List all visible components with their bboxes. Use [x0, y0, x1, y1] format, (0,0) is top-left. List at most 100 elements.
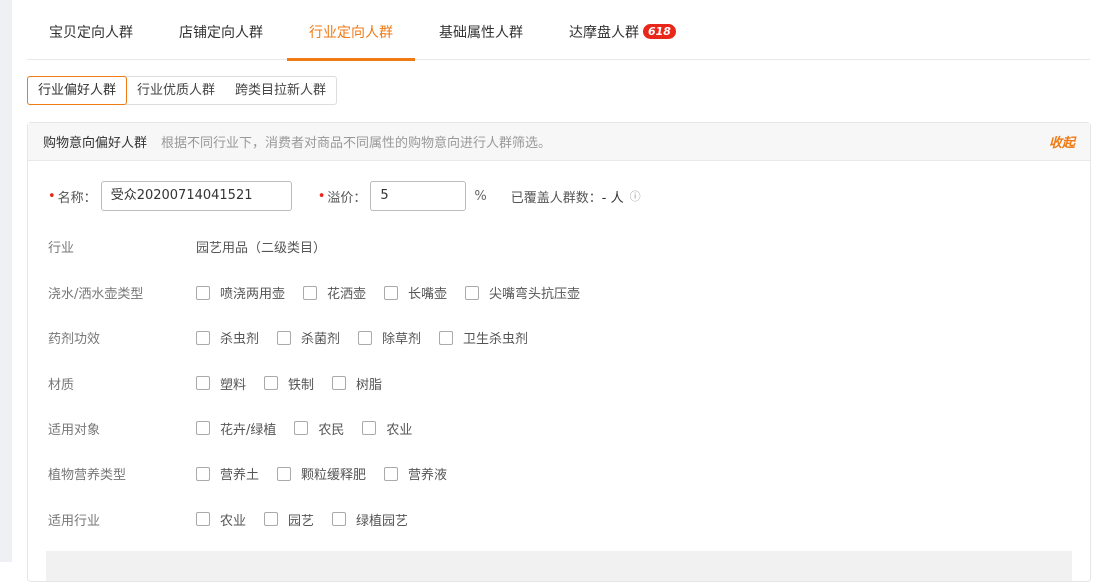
- attribute-row: 植物营养类型 营养土 颗粒缓释肥 营养液: [48, 464, 465, 483]
- tab-label: 店铺定向人群: [179, 25, 263, 41]
- option-checkbox[interactable]: 除草剂: [358, 328, 421, 347]
- option-checkbox[interactable]: 树脂: [332, 374, 382, 393]
- checkbox-icon[interactable]: [303, 285, 318, 300]
- option-label: 喷浇两用壶: [220, 287, 286, 302]
- tab-label: 行业定向人群: [309, 25, 393, 41]
- checkbox-icon[interactable]: [264, 512, 279, 526]
- name-label: 名称：: [57, 190, 97, 206]
- option-checkbox[interactable]: 颗粒缓释肥: [277, 464, 366, 483]
- checkbox-icon[interactable]: [439, 330, 454, 345]
- option-label: 长嘴壶: [408, 287, 448, 302]
- option-label: 卫生杀虫剂: [463, 332, 529, 348]
- option-label: 尖嘴弯头抗压壶: [489, 287, 581, 302]
- attribute-row: 适用对象 花卉/绿植 农民 农业: [48, 419, 430, 438]
- option-label: 农业: [220, 513, 247, 529]
- option-label: 除草剂: [382, 332, 422, 348]
- checkbox-icon[interactable]: [465, 285, 480, 300]
- option-checkbox[interactable]: 农业: [362, 419, 412, 438]
- option-checkbox[interactable]: 塑料: [196, 374, 246, 393]
- checkbox-icon[interactable]: [332, 512, 347, 526]
- coverage-label: 已覆盖人群数：: [510, 190, 602, 206]
- subtab-industry-quality[interactable]: 行业优质人群: [127, 77, 225, 104]
- checkbox-icon[interactable]: [294, 421, 309, 436]
- option-label: 营养液: [408, 468, 448, 484]
- left-sidebar-edge: [0, 0, 12, 562]
- option-checkbox[interactable]: 杀虫剂: [196, 328, 259, 347]
- coverage-value: - 人: [601, 190, 624, 206]
- attribute-label: 浇水/洒水壶类型: [48, 287, 144, 302]
- industry-row: 行业 园艺用品（二级类目）: [48, 237, 326, 256]
- option-label: 营养土: [220, 468, 260, 484]
- checkbox-icon[interactable]: [196, 512, 210, 526]
- footer-bar: [46, 551, 1072, 581]
- promo-badge: 618: [643, 24, 676, 39]
- checkbox-icon[interactable]: [384, 466, 399, 481]
- option-checkbox[interactable]: 农业: [196, 510, 246, 529]
- attribute-label: 植物营养类型: [48, 468, 127, 484]
- panel-title: 购物意向偏好人群: [43, 136, 148, 151]
- checkbox-icon[interactable]: [196, 466, 210, 481]
- tab-label: 达摩盘人群: [569, 25, 639, 41]
- option-label: 颗粒缓释肥: [301, 468, 367, 484]
- industry-value: 园艺用品（二级类目）: [196, 241, 327, 256]
- industry-label: 行业: [48, 241, 75, 256]
- collapse-button[interactable]: 收起: [1049, 132, 1075, 151]
- main-tabs: 宝贝定向人群 店铺定向人群 行业定向人群 基础属性人群 达摩盘人群 618: [27, 0, 1090, 61]
- info-icon[interactable]: ⓘ: [630, 188, 641, 204]
- panel-description: 根据不同行业下，消费者对商品不同属性的购物意向进行人群筛选。: [161, 136, 552, 151]
- tab-label: 基础属性人群: [439, 25, 523, 41]
- option-label: 园艺: [288, 513, 315, 529]
- attribute-label: 适用行业: [48, 513, 101, 529]
- attribute-label: 适用对象: [48, 422, 101, 438]
- option-label: 杀虫剂: [220, 332, 260, 348]
- checkbox-icon[interactable]: [196, 330, 210, 345]
- option-checkbox[interactable]: 杀菌剂: [277, 328, 340, 347]
- option-label: 农业: [386, 422, 413, 438]
- checkbox-icon[interactable]: [332, 376, 347, 391]
- option-checkbox[interactable]: 农民: [294, 419, 344, 438]
- tab-basic-attributes[interactable]: 基础属性人群: [417, 0, 545, 60]
- checkbox-icon[interactable]: [196, 421, 210, 436]
- checkbox-icon[interactable]: [362, 421, 377, 436]
- checkbox-icon[interactable]: [196, 285, 210, 300]
- option-label: 塑料: [220, 377, 247, 393]
- option-checkbox[interactable]: 长嘴壶: [384, 283, 447, 302]
- tab-item-targeting[interactable]: 宝贝定向人群: [27, 0, 155, 60]
- panel-header: 购物意向偏好人群 根据不同行业下，消费者对商品不同属性的购物意向进行人群筛选。 …: [28, 123, 1090, 161]
- checkbox-icon[interactable]: [384, 285, 399, 300]
- tab-industry-targeting[interactable]: 行业定向人群: [287, 0, 415, 61]
- checkbox-icon[interactable]: [277, 466, 292, 481]
- tab-damopan[interactable]: 达摩盘人群 618: [547, 0, 698, 60]
- option-label: 花卉/绿植: [220, 422, 277, 438]
- option-label: 花洒壶: [327, 287, 367, 302]
- attribute-row: 材质 塑料 铁制 树脂: [48, 374, 400, 393]
- option-checkbox[interactable]: 喷浇两用壶: [196, 283, 285, 302]
- option-checkbox[interactable]: 园艺: [264, 510, 314, 529]
- attribute-label: 药剂功效: [48, 332, 101, 348]
- checkbox-icon[interactable]: [358, 330, 373, 345]
- preference-panel: 购物意向偏好人群 根据不同行业下，消费者对商品不同属性的购物意向进行人群筛选。 …: [27, 122, 1091, 582]
- form-row: • 名称： 受众20200714041521 • 溢价： 5 % 已覆盖人群数：…: [48, 181, 641, 211]
- premium-input[interactable]: 5: [370, 181, 467, 211]
- attribute-label: 材质: [48, 377, 75, 393]
- tab-shop-targeting[interactable]: 店铺定向人群: [157, 0, 285, 60]
- option-checkbox[interactable]: 花卉/绿植: [196, 419, 276, 438]
- checkbox-icon[interactable]: [196, 376, 210, 391]
- option-checkbox[interactable]: 卫生杀虫剂: [439, 328, 528, 347]
- attribute-row: 浇水/洒水壶类型 喷浇两用壶 花洒壶 长嘴壶 尖嘴弯头抗压壶: [48, 283, 598, 302]
- option-checkbox[interactable]: 绿植园艺: [332, 510, 408, 529]
- option-label: 农民: [318, 422, 345, 438]
- tab-label: 宝贝定向人群: [49, 25, 133, 41]
- option-checkbox[interactable]: 铁制: [264, 374, 314, 393]
- option-checkbox[interactable]: 花洒壶: [303, 283, 366, 302]
- option-checkbox[interactable]: 营养土: [196, 464, 259, 483]
- required-mark: •: [317, 188, 326, 204]
- percent-unit: %: [474, 188, 487, 204]
- subtab-cross-category[interactable]: 跨类目拉新人群: [225, 77, 336, 104]
- checkbox-icon[interactable]: [277, 330, 292, 345]
- name-input[interactable]: 受众20200714041521: [100, 181, 292, 211]
- checkbox-icon[interactable]: [264, 376, 279, 391]
- option-checkbox[interactable]: 尖嘴弯头抗压壶: [465, 283, 580, 302]
- option-checkbox[interactable]: 营养液: [384, 464, 447, 483]
- subtab-industry-preference[interactable]: 行业偏好人群: [27, 76, 128, 105]
